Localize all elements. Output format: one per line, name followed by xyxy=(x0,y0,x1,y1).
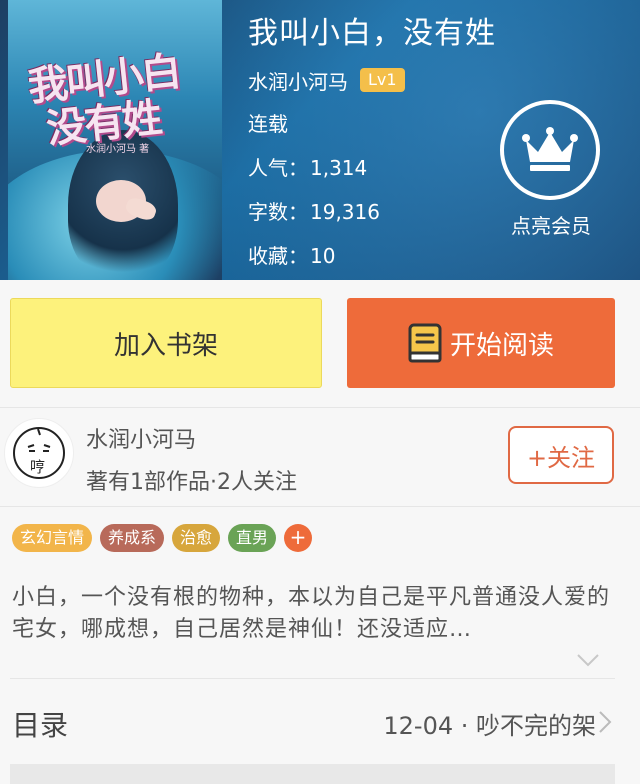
add-to-shelf-button[interactable]: 加入书架 xyxy=(10,298,322,388)
vip-label: 点亮会员 xyxy=(511,214,591,238)
cover-author: 水润小河马 著 xyxy=(86,144,150,155)
tag-fantasy-romance[interactable]: 玄幻言情 xyxy=(12,524,93,552)
add-tag-button[interactable]: + xyxy=(284,524,313,552)
book-title: 我叫小白，没有姓 xyxy=(248,16,496,51)
avatar[interactable]: 哼 xyxy=(4,418,74,488)
book-icon xyxy=(408,323,442,363)
start-reading-label: 开始阅读 xyxy=(449,330,554,361)
popularity-value: 1,314 xyxy=(310,156,368,180)
vip-button[interactable]: 点亮会员 xyxy=(500,100,602,239)
latest-chapter: 12-04 · 吵不完的架 xyxy=(383,712,596,740)
chevron-right-icon xyxy=(598,710,612,734)
word-count-value: 19,316 xyxy=(310,200,380,224)
author-name[interactable]: 水润小河马 xyxy=(248,66,348,95)
bottom-strip xyxy=(10,764,615,784)
favorites-label: 收藏： xyxy=(248,244,308,268)
word-count-stat: 字数： 19,316 xyxy=(248,198,496,226)
serial-status: 连载 xyxy=(248,112,288,136)
book-cover[interactable]: 我叫小白 没有姓 水润小河马 著 xyxy=(8,0,222,280)
book-header: 我叫小白 没有姓 水润小河马 著 我叫小白，没有姓 水润小河马 Lv1 连载 人… xyxy=(0,0,640,280)
author-block-stats: 著有1部作品·2人关注 xyxy=(86,470,297,495)
book-info: 我叫小白，没有姓 水润小河马 Lv1 连载 人气： 1,314 字数： 19,316… xyxy=(248,14,496,270)
word-count-label: 字数： xyxy=(248,200,308,224)
author-row: 水润小河马 Lv1 xyxy=(248,66,496,94)
author-block-name[interactable]: 水润小河马 xyxy=(86,422,196,454)
divider xyxy=(0,506,640,507)
tag-list: 玄幻言情 养成系 治愈 直男 + xyxy=(12,524,313,552)
chevron-down-icon[interactable] xyxy=(576,652,600,668)
cover-title: 我叫小白 没有姓 xyxy=(25,47,182,153)
toc-row[interactable]: 目录 12-04 · 吵不完的架 xyxy=(0,680,640,764)
popularity-stat: 人气： 1,314 xyxy=(248,154,496,182)
book-description[interactable]: 小白，一个没有根的物种，本以为自己是平凡普通没人爱的宅女，哪成想，自己居然是神仙… xyxy=(12,582,622,646)
tag-healing[interactable]: 治愈 xyxy=(172,524,221,552)
favorites-value: 10 xyxy=(310,244,336,268)
add-to-shelf-label: 加入书架 xyxy=(113,330,218,361)
popularity-label: 人气： xyxy=(248,156,308,180)
crown-icon xyxy=(500,100,600,200)
tag-straight-guy[interactable]: 直男 xyxy=(228,524,277,552)
start-reading-button[interactable]: 开始阅读 xyxy=(347,298,615,388)
divider xyxy=(10,678,615,679)
author-block[interactable]: 哼 水润小河马 著有1部作品·2人关注 +关注 xyxy=(0,408,640,504)
toc-label: 目录 xyxy=(12,709,69,742)
follow-button[interactable]: +关注 xyxy=(508,426,614,484)
level-badge: Lv1 xyxy=(360,68,405,92)
svg-text:哼: 哼 xyxy=(30,458,45,476)
tag-nurture[interactable]: 养成系 xyxy=(100,524,165,552)
favorites-stat: 收藏： 10 xyxy=(248,242,496,270)
